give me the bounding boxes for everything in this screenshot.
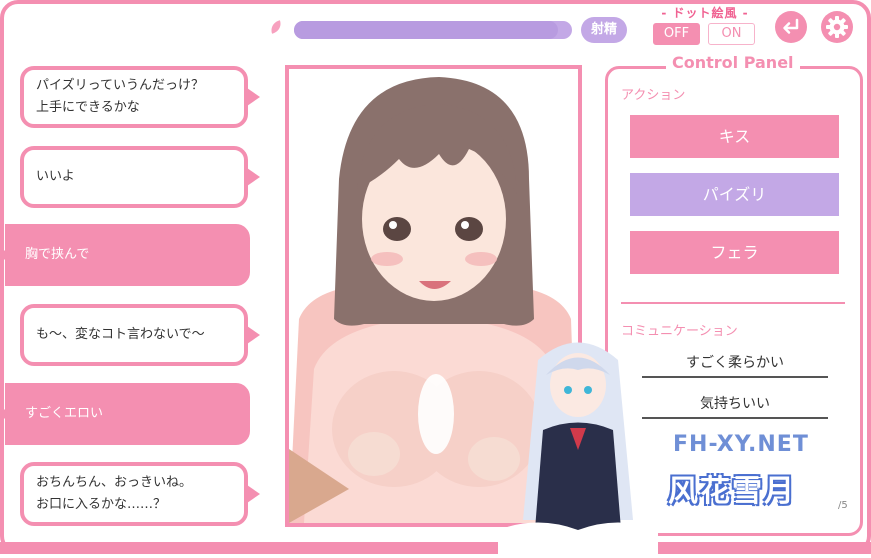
dot-style-on-toggle[interactable]: ON	[708, 23, 755, 45]
chat-bubble-character: いいよ	[20, 146, 260, 208]
excitement-gauge	[294, 21, 572, 39]
excitement-gauge-fill	[294, 21, 559, 39]
kiss-button[interactable]: キス	[630, 115, 839, 158]
dot-style-label: - ドット絵風 -	[661, 6, 749, 20]
communication-option[interactable]: 気持ちいい	[642, 393, 828, 419]
chat-text: おちんちん、おっきいね。 お口に入るかな……？	[36, 475, 193, 512]
chat-bubble-character: パイズリっていうんだっけ？ 上手にできるかな	[20, 66, 260, 128]
chat-bubble-player: すごくエロい	[0, 383, 250, 445]
dot-style-off-toggle[interactable]: OFF	[653, 23, 700, 45]
gear-icon	[826, 16, 848, 38]
mascot-illustration	[498, 342, 658, 554]
chat-bubble-player: 胸で挟んで	[0, 224, 250, 286]
fellatio-button[interactable]: フェラ	[630, 231, 839, 274]
bottom-band	[0, 542, 871, 554]
communication-option[interactable]: すごく柔らかい	[642, 352, 828, 378]
action-section-label: アクション	[621, 88, 686, 103]
watermark-url: FH-XY.NET	[673, 432, 809, 457]
chat-text: いいよ	[36, 169, 75, 184]
return-arrow-icon	[783, 18, 799, 34]
watermark-mascot	[498, 330, 658, 558]
chat-text: すごくエロい	[25, 406, 104, 421]
watermark-name: 风花雪月	[668, 474, 796, 509]
chat-bubble-character: も～、変なコト言わないで～	[20, 304, 260, 366]
chat-text: パイズリっていうんだっけ？ 上手にできるかな	[36, 78, 204, 115]
section-divider	[621, 302, 845, 304]
page-indicator: /5	[838, 500, 848, 511]
chat-bubble-character: おちんちん、おっきいね。 お口に入るかな……？	[20, 462, 260, 526]
settings-button[interactable]	[821, 11, 853, 43]
ejaculate-button[interactable]: 射精	[581, 17, 627, 43]
back-button[interactable]	[775, 11, 807, 43]
chat-text: 胸で挟んで	[25, 247, 90, 262]
chat-text: も～、変なコト言わないで～	[36, 327, 205, 342]
panel-title: Control Panel	[666, 53, 800, 72]
paizuri-button[interactable]: パイズリ	[630, 173, 839, 216]
